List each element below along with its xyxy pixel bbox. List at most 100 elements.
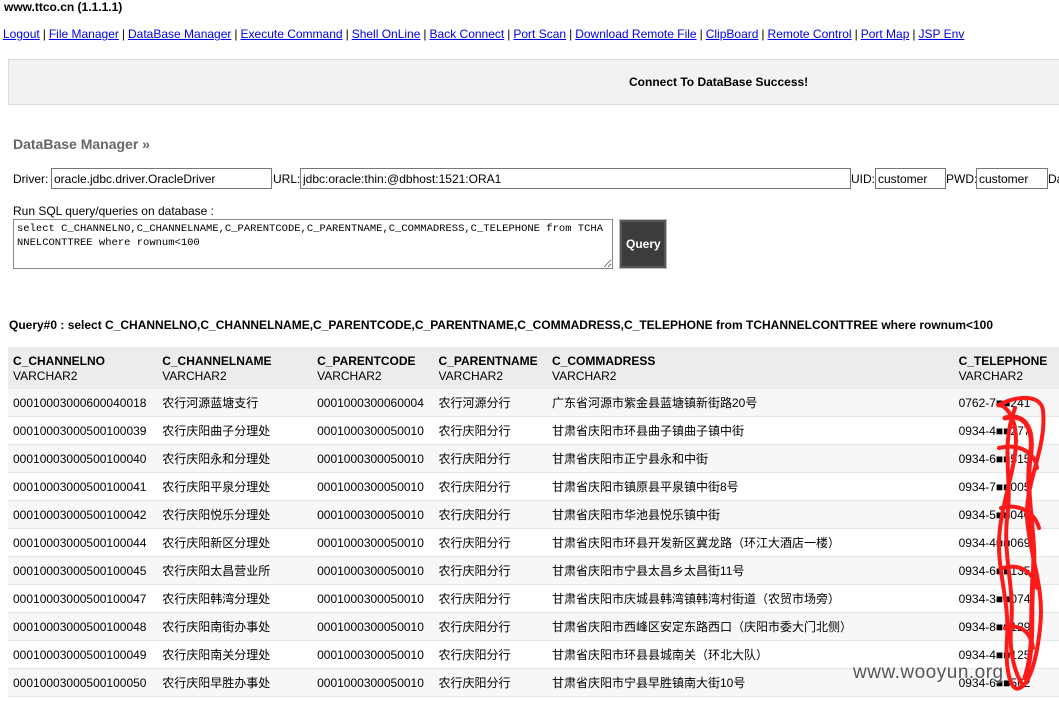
table-cell: 农行庆阳分行 — [433, 640, 547, 669]
table-cell: 00010003000500100048 — [8, 612, 158, 641]
table-cell: 00010003000500100042 — [8, 500, 158, 529]
nav-separator: | — [345, 27, 349, 41]
table-cell: 农行庆阳南关分理处 — [157, 640, 313, 669]
table-cell: 农行庆阳曲子分理处 — [157, 416, 313, 445]
nav-link-port-map[interactable]: Port Map — [861, 27, 910, 41]
nav-separator: | — [912, 27, 916, 41]
nav-link-execute-command[interactable]: Execute Command — [241, 27, 343, 41]
query-button[interactable]: Query — [619, 219, 667, 269]
table-cell: 农行庆阳分行 — [433, 668, 547, 697]
nav-link-jsp-env[interactable]: JSP Env — [919, 27, 965, 41]
url-label: URL: — [273, 172, 301, 186]
table-row: 00010003000500100045 农行庆阳太昌营业所 00010003000… — [8, 556, 1059, 585]
table-cell: 农行庆阳韩湾分理处 — [157, 584, 313, 613]
table-cell: 甘肃省庆阳市宁县太昌乡太昌街11号 — [547, 556, 954, 585]
nav-separator: | — [761, 27, 765, 41]
column-header: C_CHANNELNAME — [157, 347, 313, 368]
driver-label: Driver: — [13, 172, 49, 186]
nav-link-clipboard[interactable]: ClipBoard — [706, 27, 759, 41]
nav-link-database-manager[interactable]: DataBase Manager — [128, 27, 231, 41]
query-result-title: Query#0 : select C_CHANNELNO,C_CHANNELNA… — [9, 318, 994, 332]
column-type: VARCHAR2 — [953, 368, 1059, 389]
table-cell: 0001000300050010 — [312, 668, 434, 697]
table-cell: 农行庆阳分行 — [433, 556, 547, 585]
table-cell: 甘肃省庆阳市环县开发新区冀龙路（环江大酒店一楼） — [547, 528, 954, 557]
nav-link-port-scan[interactable]: Port Scan — [513, 27, 566, 41]
table-cell: 00010003000500100045 — [8, 556, 158, 585]
table-row: 00010003000500100039 农行庆阳曲子分理处 00010003000… — [8, 416, 1059, 445]
sql-query-input[interactable]: select C_CHANNELNO,C_CHANNELNAME,C_PAREN… — [13, 219, 613, 269]
table-cell: 农行庆阳南街办事处 — [157, 612, 313, 641]
table-cell: 农行庆阳分行 — [433, 472, 547, 501]
nav-link-download-remote-file[interactable]: Download Remote File — [575, 27, 696, 41]
table-cell: 0934-5■■040 — [953, 500, 1059, 529]
table-cell: 0762-7■■241 — [953, 389, 1059, 417]
table-cell: 农行庆阳永和分理处 — [157, 444, 313, 473]
table-cell: 00010003000500100047 — [8, 584, 158, 613]
database-label: Da — [1048, 172, 1059, 186]
nav-separator: | — [423, 27, 427, 41]
table-cell: 0934-7■■005 — [953, 472, 1059, 501]
table-cell: 甘肃省庆阳市西峰区安定东路西口（庆阳市委大门北侧） — [547, 612, 954, 641]
nav-link-shell-online[interactable]: Shell OnLine — [352, 27, 421, 41]
table-row: 00010003000500100040 农行庆阳永和分理处 00010003000… — [8, 444, 1059, 473]
column-header: C_CHANNELNO — [8, 347, 158, 368]
table-cell: 农行庆阳分行 — [433, 584, 547, 613]
nav-menu: Logout | File Manager | DataBase Manager | Exe… — [3, 27, 964, 41]
nav-link-back-connect[interactable]: Back Connect — [430, 27, 505, 41]
nav-separator: | — [699, 27, 703, 41]
pwd-input[interactable] — [976, 168, 1048, 189]
nav-separator: | — [854, 27, 858, 41]
column-header: C_PARENTNAME — [433, 347, 547, 368]
nav-link-remote-control[interactable]: Remote Control — [768, 27, 852, 41]
table-cell: 甘肃省庆阳市华池县悦乐镇中街 — [547, 500, 954, 529]
table-cell: 0001000300050010 — [312, 444, 434, 473]
nav-separator: | — [121, 27, 125, 41]
table-cell: 00010003000500100041 — [8, 472, 158, 501]
table-row: 00010003000500100042 农行庆阳悦乐分理处 00010003000… — [8, 500, 1059, 529]
nav-link-file-manager[interactable]: File Manager — [49, 27, 119, 41]
table-cell: 0001000300050010 — [312, 556, 434, 585]
result-table: C_CHANNELNO C_CHANNELNAME C_PARENTCODE C_PA… — [8, 347, 1059, 697]
table-cell: 农行河源分行 — [433, 389, 547, 417]
column-header: C_TELEPHONE — [953, 347, 1059, 368]
table-cell: 农行庆阳分行 — [433, 612, 547, 641]
table-cell: 0001000300060004 — [312, 389, 434, 417]
uid-input[interactable] — [875, 168, 946, 189]
table-cell: 农行庆阳早胜办事处 — [157, 668, 313, 697]
nav-separator: | — [234, 27, 238, 41]
nav-separator: | — [42, 27, 46, 41]
table-cell: 甘肃省庆阳市庆城县韩湾镇韩湾村街道（农贸市场旁） — [547, 584, 954, 613]
table-cell: 0934-4■■277 — [953, 416, 1059, 445]
table-cell: 农行庆阳悦乐分理处 — [157, 500, 313, 529]
table-cell: 农行庆阳太昌营业所 — [157, 556, 313, 585]
table-cell: 甘肃省庆阳市环县曲子镇曲子镇中街 — [547, 416, 954, 445]
url-input[interactable] — [300, 168, 851, 189]
table-row: 00010003000500100041 农行庆阳平泉分理处 00010003000… — [8, 472, 1059, 501]
table-cell: 农行庆阳分行 — [433, 528, 547, 557]
column-type: VARCHAR2 — [8, 368, 158, 389]
table-cell: 0001000300050010 — [312, 640, 434, 669]
nav-separator: | — [507, 27, 511, 41]
table-cell: 0001000300050010 — [312, 416, 434, 445]
table-cell: 00010003000600040018 — [8, 389, 158, 417]
table-cell: 农行庆阳分行 — [433, 444, 547, 473]
column-type: VARCHAR2 — [312, 368, 434, 389]
driver-input[interactable] — [51, 168, 272, 189]
table-cell: 00010003000500100039 — [8, 416, 158, 445]
column-type: VARCHAR2 — [547, 368, 954, 389]
status-banner: Connect To DataBase Success! — [8, 59, 1059, 105]
nav-link-logout[interactable]: Logout — [3, 27, 40, 41]
table-cell: 00010003000500100050 — [8, 668, 158, 697]
table-cell: 0001000300050010 — [312, 584, 434, 613]
section-title: DataBase Manager » — [13, 136, 150, 152]
sql-label: Run SQL query/queries on database : — [13, 204, 215, 218]
table-cell: 农行庆阳分行 — [433, 500, 547, 529]
nav-separator: | — [569, 27, 573, 41]
table-cell: 0934-4■■069 — [953, 528, 1059, 557]
table-row: 00010003000500100047 农行庆阳韩湾分理处 00010003000… — [8, 584, 1059, 613]
table-cell: 甘肃省庆阳市正宁县永和中街 — [547, 444, 954, 473]
table-cell: 广东省河源市紫金县蓝塘镇新街路20号 — [547, 389, 954, 417]
column-header: C_PARENTCODE — [312, 347, 434, 368]
table-row: 00010003000500100044 农行庆阳新区分理处 00010003000… — [8, 528, 1059, 557]
